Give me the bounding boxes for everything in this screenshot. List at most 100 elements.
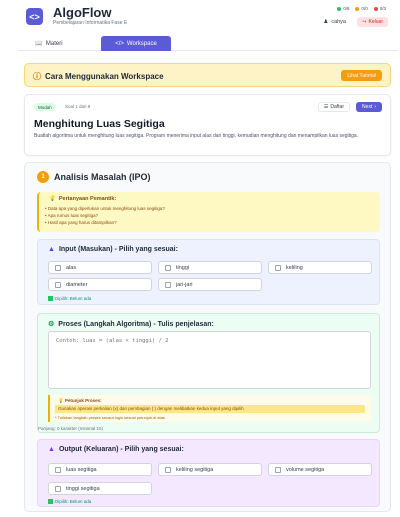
user-icon: ♟ xyxy=(323,19,329,25)
list-item: • Apa rumus luas segitiga? xyxy=(45,213,99,218)
process-title: ⚙ Proses (Langkah Algoritma) - Tulis pen… xyxy=(48,320,214,329)
next-button-label: Next xyxy=(362,104,373,110)
input-selected-text: Dipilih: Belum ada xyxy=(55,296,92,301)
tab-workspace-label: Workspace xyxy=(126,40,157,47)
option-label: tinggi xyxy=(176,264,190,271)
app-title: AlgoFlow xyxy=(53,5,112,20)
input-option-keliling[interactable]: keliling xyxy=(268,261,372,274)
step-number-badge: 1 xyxy=(37,171,49,183)
code-tab-icon: </> xyxy=(115,40,124,47)
medium-dot-icon xyxy=(355,6,360,11)
question-counter: Soal 1 dari 9 xyxy=(65,104,91,109)
list-button[interactable]: ☰ Daftar xyxy=(317,102,350,112)
tab-materi[interactable]: 📖 Materi xyxy=(24,36,74,51)
list-button-label: Daftar xyxy=(330,104,344,110)
input-section: ▲ Input (Masukan) - Pilih yang sesuai: a… xyxy=(37,239,380,305)
checkbox-icon xyxy=(55,264,61,271)
app-header: <> AlgoFlow Pembelajaran Informatika Fas… xyxy=(18,0,398,34)
check-square-icon xyxy=(48,499,53,504)
process-title-text: Proses (Langkah Algoritma) - Tulis penje… xyxy=(58,320,214,328)
tab-materi-label: Materi xyxy=(45,40,63,47)
checkbox-icon xyxy=(55,281,61,288)
output-option-volume[interactable]: volume segitiga xyxy=(268,463,372,476)
stat-easy: 0/8 xyxy=(337,6,349,11)
progress-stats: 0/8 0/0 0/3 xyxy=(337,6,386,11)
check-square-icon xyxy=(48,296,53,301)
option-label: jari-jari xyxy=(176,281,193,288)
howto-title-text: Cara Menggunakan Workspace xyxy=(45,72,164,81)
tutorial-button[interactable]: Lihat Tutorial xyxy=(341,70,382,81)
checkbox-icon xyxy=(165,264,171,271)
input-title: ▲ Input (Masukan) - Pilih yang sesuai: xyxy=(48,246,178,253)
tab-workspace[interactable]: </> Workspace xyxy=(101,36,171,51)
difficulty-badge: Mudah xyxy=(34,103,56,111)
ipo-heading: 1 Analisis Masalah (IPO) xyxy=(37,171,151,183)
problem-card: Mudah Soal 1 dari 9 ☰ Daftar Next › Meng… xyxy=(24,94,391,156)
process-section: ⚙ Proses (Langkah Algoritma) - Tulis pen… xyxy=(37,313,380,433)
next-button[interactable]: Next › xyxy=(356,102,382,112)
howto-banner: ⓘ Cara Menggunakan Workspace Lihat Tutor… xyxy=(24,63,391,87)
guiding-questions: 💡 Pertanyaan Pemantik: • Data apa yang d… xyxy=(37,192,380,232)
question-text: Apa rumus luas segitiga? xyxy=(47,213,99,218)
process-hint: 💡 Petunjuk Proses: Gunakan operasi perka… xyxy=(48,395,371,422)
user-name: cahya xyxy=(331,19,346,25)
question-text: Data apa yang diperlukan untuk menghitun… xyxy=(47,206,165,211)
easy-dot-icon xyxy=(337,6,342,11)
stat-easy-label: 0/8 xyxy=(343,6,350,11)
output-title: ▲ Output (Keluaran) - Pilih yang sesuai: xyxy=(48,446,184,453)
arrow-right-icon: › xyxy=(374,104,376,110)
guiding-questions-list: • Data apa yang diperlukan untuk menghit… xyxy=(45,205,165,226)
logout-label: Keluar xyxy=(368,19,383,25)
char-count: Panjang: 0 karakter (minimal 15) xyxy=(38,426,104,431)
process-textarea[interactable] xyxy=(48,331,371,389)
list-item: • Data apa yang diperlukan untuk menghit… xyxy=(45,206,165,211)
input-selected-note: Dipilih: Belum ada xyxy=(48,296,91,301)
lightbulb-icon: 💡 xyxy=(49,196,56,202)
stat-medium-label: 0/0 xyxy=(361,6,368,11)
book-icon: 📖 xyxy=(35,41,43,47)
output-option-keliling[interactable]: keliling segitiga xyxy=(158,463,262,476)
output-section: ▲ Output (Keluaran) - Pilih yang sesuai:… xyxy=(37,439,380,507)
option-label: volume segitiga xyxy=(286,466,325,473)
tab-bar: 📖 Materi </> Workspace xyxy=(18,34,398,51)
input-option-tinggi[interactable]: tinggi xyxy=(158,261,262,274)
output-arrow-icon: ▲ xyxy=(48,446,55,453)
checkbox-icon xyxy=(55,485,61,492)
hint-title-text: Petunjuk Proses: xyxy=(64,398,102,403)
stat-medium: 0/0 xyxy=(355,6,368,11)
option-label: diameter xyxy=(66,281,88,288)
question-text: Hasil apa yang harus ditampilkan? xyxy=(47,220,117,225)
output-option-tinggi[interactable]: tinggi segitiga xyxy=(48,482,152,495)
list-item: • Hasil apa yang harus ditampilkan? xyxy=(45,220,117,225)
output-selected-text: Dipilih: Belum ada xyxy=(55,499,92,504)
checkbox-icon xyxy=(165,281,171,288)
code-icon: <> xyxy=(26,8,43,25)
output-option-luas[interactable]: luas segitiga xyxy=(48,463,152,476)
gear-icon: ⚙ xyxy=(48,321,55,328)
checkbox-icon xyxy=(55,466,61,473)
hint-text: Gunakan operasi perkalian (x) dan pembag… xyxy=(55,405,365,413)
option-label: tinggi segitiga xyxy=(66,485,100,492)
input-option-alas[interactable]: alas xyxy=(48,261,152,274)
app-subtitle: Pembelajaran Informatika Fase E xyxy=(53,20,128,26)
option-label: alas xyxy=(66,264,77,271)
checkbox-icon xyxy=(275,264,281,271)
input-option-jari-jari[interactable]: jari-jari xyxy=(158,278,262,291)
input-arrow-icon: ▲ xyxy=(48,246,55,253)
difficulty-label: Mudah xyxy=(38,104,52,110)
guiding-questions-title: 💡 Pertanyaan Pemantik: xyxy=(49,196,116,202)
ipo-title: Analisis Masalah (IPO) xyxy=(54,172,151,182)
howto-title: ⓘ Cara Menggunakan Workspace xyxy=(33,71,164,82)
output-title-text: Output (Keluaran) - Pilih yang sesuai: xyxy=(58,446,184,453)
option-label: keliling xyxy=(286,264,303,271)
hint-title: 💡 Petunjuk Proses: xyxy=(58,398,102,403)
input-title-text: Input (Masukan) - Pilih yang sesuai: xyxy=(58,246,178,253)
guiding-questions-label: Pertanyaan Pemantik: xyxy=(58,196,117,202)
logout-button[interactable]: ↪ Keluar xyxy=(357,17,388,27)
hint-note: * Tuliskan langkah proses secara logis s… xyxy=(55,415,165,420)
input-option-diameter[interactable]: diameter xyxy=(48,278,152,291)
checkbox-icon xyxy=(165,466,171,473)
user-menu[interactable]: ♟ cahya xyxy=(319,17,350,27)
hard-dot-icon xyxy=(373,6,378,11)
help-circle-icon: ⓘ xyxy=(33,72,41,81)
